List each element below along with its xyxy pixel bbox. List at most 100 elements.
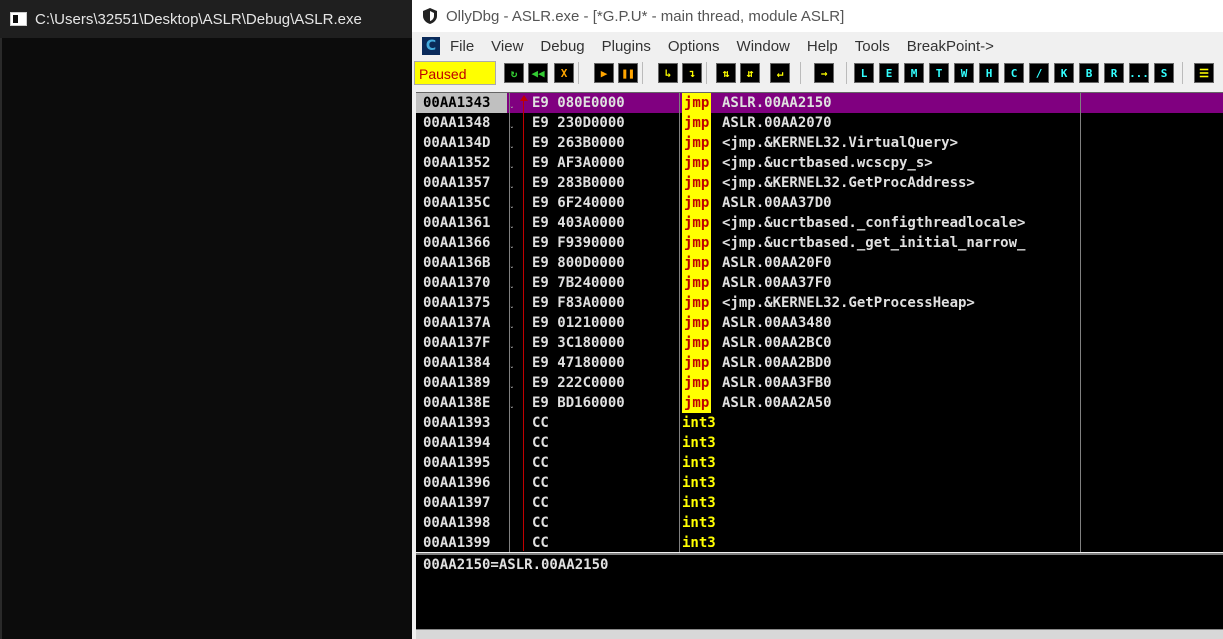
- disassembly-row[interactable]: 00AA136B ˯ E9 800D0000 jmp ASLR.00AA20F0: [416, 253, 1223, 273]
- trace-into-icon[interactable]: ⇅: [716, 63, 736, 83]
- row-operands: ASLR.00AA2BD0: [722, 355, 832, 371]
- menu-view[interactable]: View: [491, 38, 523, 55]
- console-title: C:\Users\32551\Desktop\ASLR\Debug\ASLR.e…: [35, 10, 362, 28]
- jump-marker-icon: ˯: [510, 356, 514, 369]
- jump-marker-icon: ˯: [510, 236, 514, 249]
- disassembly-row[interactable]: 00AA1394 CC int3: [416, 433, 1223, 453]
- pause-icon[interactable]: ❚❚: [618, 63, 638, 83]
- disassembly-row[interactable]: 00AA1343 ˯ E9 080E0000 jmp ASLR.00AA2150: [416, 93, 1223, 113]
- row-address: 00AA1395: [423, 455, 491, 471]
- source-window-button[interactable]: S: [1154, 63, 1174, 83]
- callstack-window-button[interactable]: K: [1054, 63, 1074, 83]
- row-mnemonic: jmp: [682, 153, 712, 173]
- cpu-window-button[interactable]: C: [1004, 63, 1024, 83]
- row-address: 00AA1389: [423, 375, 491, 391]
- jump-marker-icon: ˯: [510, 116, 514, 129]
- disassembly-row[interactable]: 00AA1395 CC int3: [416, 453, 1223, 473]
- disassembly-row[interactable]: 00AA1396 CC int3: [416, 473, 1223, 493]
- console-titlebar[interactable]: C:\Users\32551\Desktop\ASLR\Debug\ASLR.e…: [0, 0, 412, 38]
- toolbar-separator: [800, 62, 801, 84]
- run-icon[interactable]: ▶: [594, 63, 614, 83]
- shield-icon: [423, 8, 437, 24]
- row-operands: ASLR.00AA20F0: [722, 255, 832, 271]
- disassembly-row[interactable]: 00AA1361 ˯ E9 403A0000 jmp <jmp.&ucrtbased._…: [416, 213, 1223, 233]
- modules-window-button[interactable]: E: [879, 63, 899, 83]
- row-address: 00AA1343: [416, 93, 507, 113]
- menu-plugins[interactable]: Plugins: [602, 38, 651, 55]
- handles-window-button[interactable]: H: [979, 63, 999, 83]
- menu-help[interactable]: Help: [807, 38, 838, 55]
- disassembly-row[interactable]: 00AA1370 ˯ E9 7B240000 jmp ASLR.00AA37F0: [416, 273, 1223, 293]
- disassembly-row[interactable]: 00AA1393 CC int3: [416, 413, 1223, 433]
- execute-till-return-icon[interactable]: ↵: [770, 63, 790, 83]
- windows-window-button[interactable]: W: [954, 63, 974, 83]
- disassembly-row[interactable]: 00AA137F ˯ E9 3C180000 jmp ASLR.00AA2BC0: [416, 333, 1223, 353]
- disassembly-row[interactable]: 00AA1384 ˯ E9 47180000 jmp ASLR.00AA2BD0: [416, 353, 1223, 373]
- breakpoints-window-button[interactable]: B: [1079, 63, 1099, 83]
- row-operands: ASLR.00AA3480: [722, 315, 832, 331]
- menu-window[interactable]: Window: [737, 38, 790, 55]
- row-hex: E9 080E0000: [532, 95, 625, 111]
- row-hex: E9 BD160000: [532, 395, 625, 411]
- disassembly-row[interactable]: 00AA1348 ˯ E9 230D0000 jmp ASLR.00AA2070: [416, 113, 1223, 133]
- disassembly-row[interactable]: 00AA138E ˯ E9 BD160000 jmp ASLR.00AA2A50: [416, 393, 1223, 413]
- row-mnemonic: jmp: [682, 393, 712, 413]
- menu-debug[interactable]: Debug: [540, 38, 584, 55]
- row-hex: E9 222C0000: [532, 375, 625, 391]
- restart-icon[interactable]: ↻: [504, 63, 524, 83]
- jump-marker-icon: ˯: [510, 96, 514, 109]
- row-operands: <jmp.&ucrtbased._get_initial_narrow_: [722, 235, 1026, 251]
- disassembly-row[interactable]: 00AA137A ˯ E9 01210000 jmp ASLR.00AA3480: [416, 313, 1223, 333]
- row-mnemonic: jmp: [682, 353, 712, 373]
- row-hex: E9 01210000: [532, 315, 625, 331]
- ollydbg-titlebar[interactable]: OllyDbg - ASLR.exe - [*G.P.U* - main thr…: [412, 0, 1223, 32]
- disassembly-row[interactable]: 00AA1375 ˯ E9 F83A0000 jmp <jmp.&KERNEL32.Ge…: [416, 293, 1223, 313]
- disassembly-row[interactable]: 00AA1366 ˯ E9 F9390000 jmp <jmp.&ucrtbased._…: [416, 233, 1223, 253]
- jump-marker-icon: ˯: [510, 216, 514, 229]
- cpu-app-icon[interactable]: C: [422, 37, 440, 55]
- close-icon[interactable]: X: [554, 63, 574, 83]
- goto-icon[interactable]: →: [814, 63, 834, 83]
- jump-marker-icon: ˯: [510, 136, 514, 149]
- disassembly-row[interactable]: 00AA135C ˯ E9 6F240000 jmp ASLR.00AA37D0: [416, 193, 1223, 213]
- disassembly-row[interactable]: 00AA134D ˯ E9 263B0000 jmp <jmp.&KERNEL32.Vi…: [416, 133, 1223, 153]
- console-icon: [10, 12, 27, 26]
- row-address: 00AA1375: [423, 295, 491, 311]
- console-window[interactable]: C:\Users\32551\Desktop\ASLR\Debug\ASLR.e…: [0, 0, 412, 639]
- log-window-button[interactable]: L: [854, 63, 874, 83]
- list-icon[interactable]: ☰: [1194, 63, 1214, 83]
- row-hex: E9 F9390000: [532, 235, 625, 251]
- toolbar-separator: [642, 62, 643, 84]
- jump-marker-icon: ˯: [510, 336, 514, 349]
- row-hex: E9 3C180000: [532, 335, 625, 351]
- row-mnemonic: jmp: [682, 233, 712, 253]
- disassembly-row[interactable]: 00AA1397 CC int3: [416, 493, 1223, 513]
- trace-over-icon[interactable]: ⇵: [740, 63, 760, 83]
- row-hex: E9 230D0000: [532, 115, 625, 131]
- disassembly-row[interactable]: 00AA1352 ˯ E9 AF3A0000 jmp <jmp.&ucrtbased.w…: [416, 153, 1223, 173]
- ollydbg-window[interactable]: OllyDbg - ASLR.exe - [*G.P.U* - main thr…: [412, 0, 1223, 639]
- disassembly-row[interactable]: 00AA1398 CC int3: [416, 513, 1223, 533]
- step-into-icon[interactable]: ↳: [658, 63, 678, 83]
- disassembly-row[interactable]: 00AA1399 CC int3: [416, 533, 1223, 552]
- row-address: 00AA136B: [423, 255, 491, 271]
- row-address: 00AA1366: [423, 235, 491, 251]
- step-over-icon[interactable]: ↴: [682, 63, 702, 83]
- row-operands: ASLR.00AA37F0: [722, 275, 832, 291]
- menu-breakpoint[interactable]: BreakPoint->: [907, 38, 994, 55]
- row-address: 00AA134D: [423, 135, 491, 151]
- memory-window-button[interactable]: M: [904, 63, 924, 83]
- menu-tools[interactable]: Tools: [855, 38, 890, 55]
- patches-window-button[interactable]: /: [1029, 63, 1049, 83]
- menu-file[interactable]: File: [450, 38, 474, 55]
- cpu-disassembly-pane[interactable]: 00AA1343 ˯ E9 080E0000 jmp ASLR.00AA2150 00AA…: [416, 92, 1223, 552]
- menu-options[interactable]: Options: [668, 38, 720, 55]
- rewind-icon[interactable]: ◀◀: [528, 63, 548, 83]
- references-window-button[interactable]: R: [1104, 63, 1124, 83]
- disassembly-row[interactable]: 00AA1357 ˯ E9 283B0000 jmp <jmp.&KERNEL32.Ge…: [416, 173, 1223, 193]
- disassembly-row[interactable]: 00AA1389 ˯ E9 222C0000 jmp ASLR.00AA3FB0: [416, 373, 1223, 393]
- info-pane[interactable]: 00AA2150=ASLR.00AA2150: [416, 553, 1223, 629]
- run-trace-window-button[interactable]: ...: [1129, 63, 1149, 83]
- row-mnemonic: int3: [682, 515, 716, 531]
- threads-window-button[interactable]: T: [929, 63, 949, 83]
